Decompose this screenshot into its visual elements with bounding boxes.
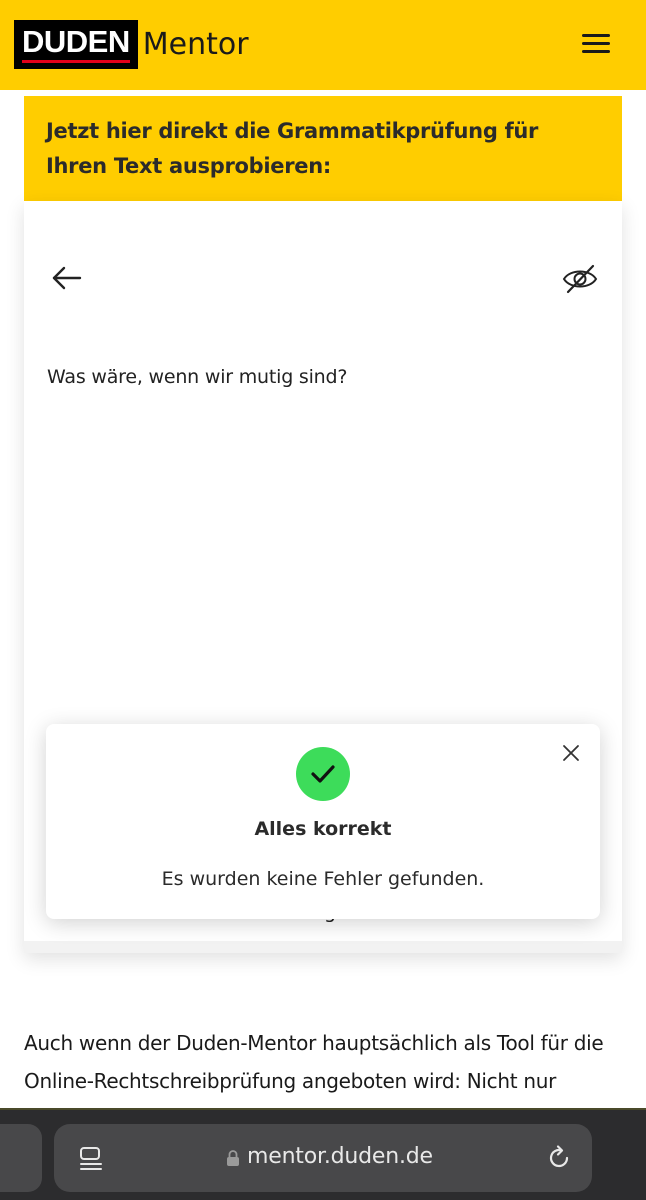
logo-mentor-word: Mentor — [142, 27, 249, 62]
lock-icon — [226, 1149, 240, 1167]
card-footer-strip — [24, 941, 622, 953]
toast-title: Alles korrekt — [254, 818, 392, 840]
address-bar[interactable]: mentor.duden.de — [54, 1124, 592, 1192]
promo-banner: Jetzt hier direkt die Grammatikprüfung f… — [24, 96, 622, 201]
hamburger-menu-icon[interactable] — [582, 34, 616, 60]
previous-tab-stub[interactable] — [0, 1124, 42, 1192]
checkmark-icon — [311, 765, 335, 783]
result-toast: Alles korrekt Es wurden keine Fehler gef… — [46, 724, 600, 919]
arrow-left-icon[interactable] — [50, 263, 84, 293]
editor-text[interactable]: Was wäre, wenn wir mutig sind? — [47, 366, 347, 388]
browser-toolbar: mentor.duden.de — [0, 1108, 646, 1200]
toast-message: Es wurden keine Fehler gefunden. — [161, 868, 485, 890]
eye-slash-icon[interactable] — [560, 261, 600, 297]
banner-text: Jetzt hier direkt die Grammatikprüfung f… — [46, 119, 539, 178]
success-badge — [296, 747, 350, 801]
close-icon[interactable] — [560, 742, 582, 764]
url-text[interactable]: mentor.duden.de — [247, 1144, 433, 1169]
logo-duden-word: DUDEN — [22, 24, 130, 59]
reload-icon[interactable] — [545, 1144, 573, 1172]
logo-underline — [22, 60, 130, 63]
article-paragraph: Auch wenn der Duden-Mentor hauptsächlich… — [24, 1031, 604, 1093]
duden-mentor-logo[interactable]: DUDEN Mentor — [14, 20, 249, 69]
logo-duden-box: DUDEN — [14, 20, 138, 69]
site-header: DUDEN Mentor — [0, 0, 646, 90]
page-menu-icon[interactable] — [78, 1145, 104, 1173]
